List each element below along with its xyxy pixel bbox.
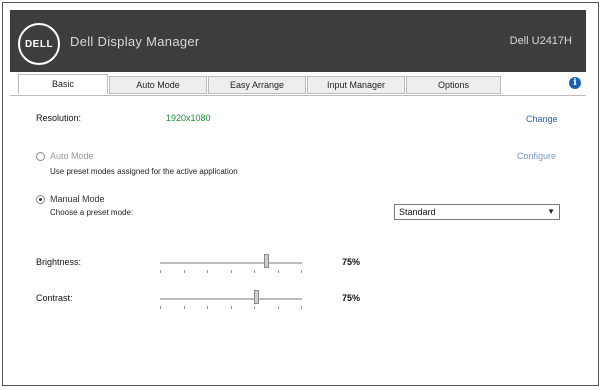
app-title: Dell Display Manager — [70, 34, 200, 49]
brightness-value: 75% — [342, 257, 361, 267]
contrast-slider[interactable] — [160, 290, 302, 309]
title-bar: DELL Dell Display Manager Dell U2417H — [10, 10, 586, 72]
tab-input-manager[interactable]: Input Manager — [307, 76, 405, 94]
tab-easy-arrange[interactable]: Easy Arrange — [208, 76, 306, 94]
contrast-slider-thumb[interactable] — [254, 290, 260, 304]
dropdown-arrow-icon: ▼ — [547, 207, 555, 216]
auto-mode-radio[interactable] — [36, 152, 45, 161]
resolution-label: Resolution: — [36, 113, 82, 123]
preset-mode-value: Standard — [399, 207, 436, 217]
manual-mode-label[interactable]: Manual Mode — [50, 194, 105, 204]
brightness-ticks — [160, 270, 302, 273]
auto-mode-label[interactable]: Auto Mode — [50, 151, 94, 161]
manual-mode-description: Choose a preset mode: — [50, 208, 134, 217]
contrast-label: Contrast: — [36, 293, 73, 303]
contrast-value: 75% — [342, 293, 361, 303]
tab-options[interactable]: Options — [406, 76, 501, 94]
brightness-slider-thumb[interactable] — [264, 254, 269, 268]
tab-basic[interactable]: Basic — [18, 74, 108, 94]
resolution-value: 1920x1080 — [166, 113, 211, 123]
preset-mode-select[interactable]: Standard ▼ — [394, 204, 560, 220]
info-icon[interactable]: i — [569, 77, 581, 89]
dell-logo: DELL — [18, 23, 60, 65]
tab-divider — [10, 95, 586, 96]
change-resolution-link[interactable]: Change — [526, 114, 558, 124]
tab-bar: Basic Auto Mode Easy Arrange Input Manag… — [10, 74, 586, 96]
contrast-ticks — [160, 306, 302, 309]
brightness-label: Brightness: — [36, 257, 82, 267]
configure-link[interactable]: Configure — [517, 151, 556, 161]
brightness-slider[interactable] — [160, 254, 302, 273]
tab-auto-mode[interactable]: Auto Mode — [109, 76, 207, 94]
monitor-model: Dell U2417H — [509, 35, 572, 47]
manual-mode-radio[interactable] — [36, 195, 45, 204]
auto-mode-description: Use preset modes assigned for the active… — [50, 167, 238, 176]
